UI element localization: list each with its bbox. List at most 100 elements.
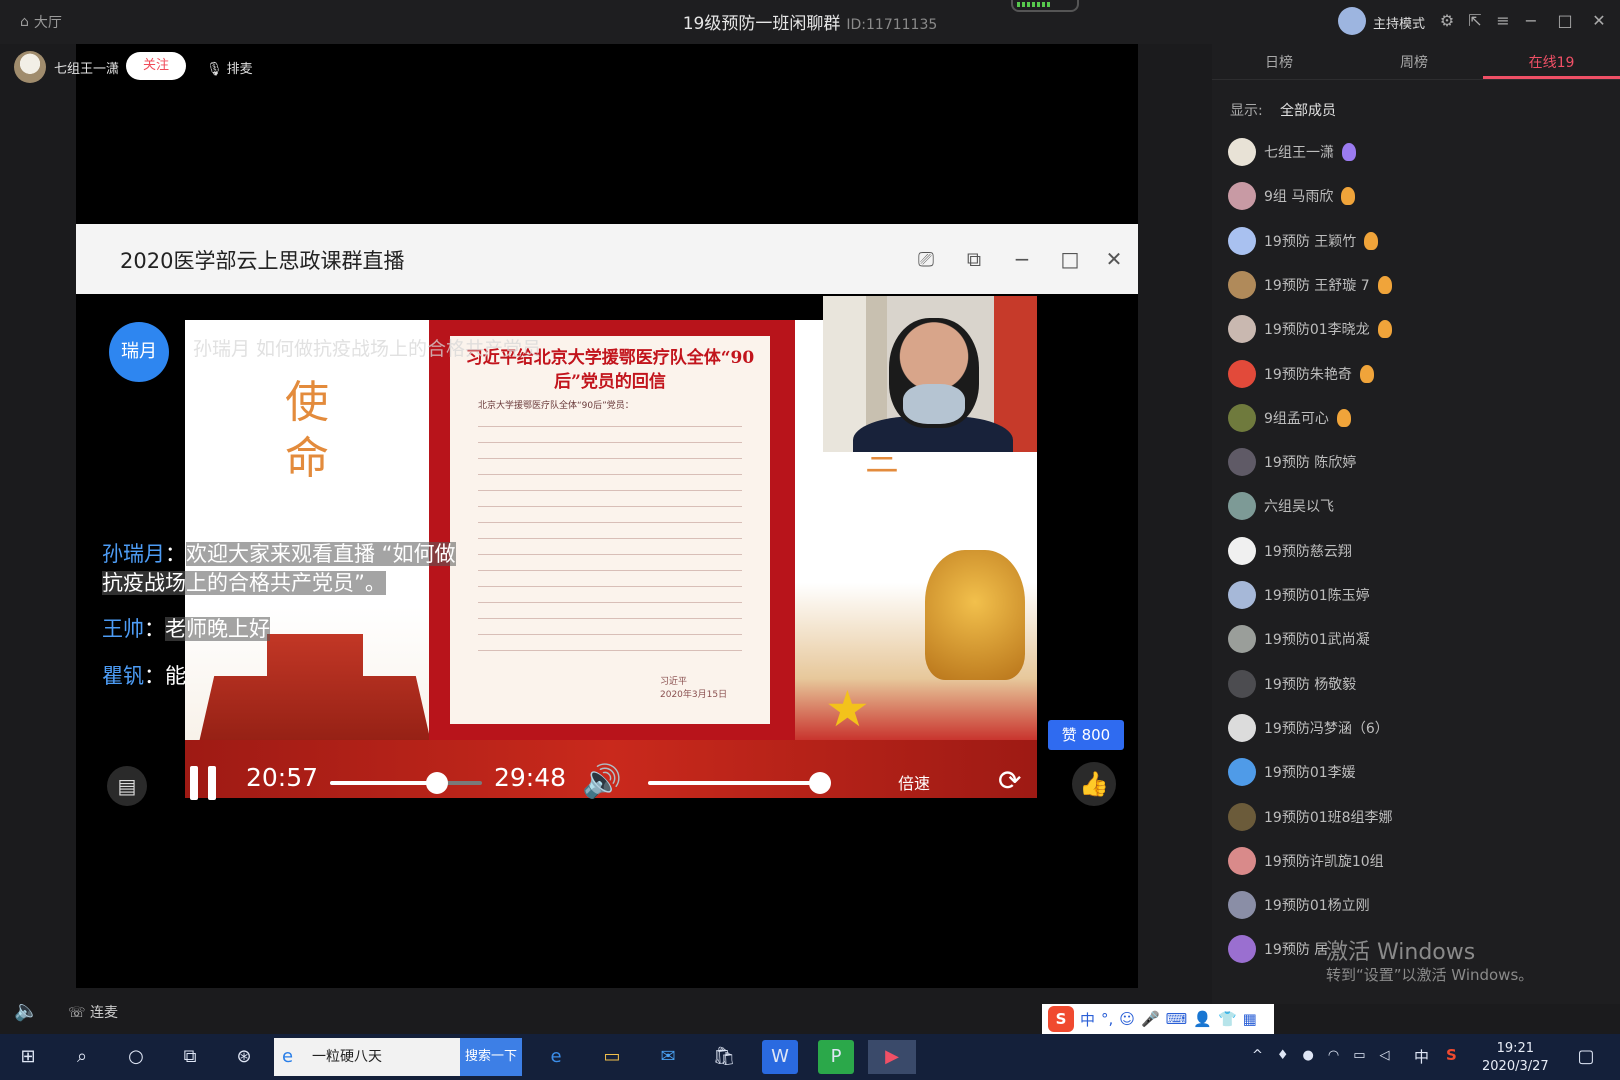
letter-date: 2020年3月15日 [660, 690, 728, 700]
pip-icon[interactable]: ⧉ [960, 246, 988, 272]
rotate-icon[interactable]: ⟳ [998, 764, 1021, 797]
live-app-icon[interactable]: ▶ [868, 1040, 916, 1074]
search-icon[interactable]: ⌕ [64, 1040, 100, 1074]
member-item[interactable]: 19预防许凯旋10组 [1228, 841, 1384, 881]
speaker-avatar[interactable]: 瑞月 [109, 322, 169, 382]
windows-start-icon[interactable]: ⊞ [10, 1040, 46, 1074]
filter-dropdown[interactable]: 全部成员 [1280, 100, 1336, 120]
pdf-icon[interactable]: P [818, 1040, 854, 1074]
app-s-icon[interactable]: ⊛ [226, 1040, 262, 1074]
member-name: 六组吴以飞 [1264, 499, 1334, 516]
member-item[interactable]: 19预防冯梦涵（6） [1228, 708, 1389, 748]
member-item[interactable]: 19预防 陈欣婷 [1228, 442, 1356, 482]
playlist-icon[interactable]: ▤ [107, 766, 147, 806]
maximize-live-icon[interactable]: □ [1056, 246, 1084, 272]
member-item[interactable]: 19预防 杨敬毅 [1228, 664, 1356, 704]
store-icon[interactable]: 🛍 [706, 1040, 742, 1074]
skin-icon[interactable]: 👕 [1218, 1010, 1237, 1028]
pause-button[interactable] [190, 766, 220, 800]
task-view-icon[interactable]: ⧉ [172, 1040, 208, 1074]
member-item[interactable]: 19预防01武尚凝 [1228, 619, 1370, 659]
member-item[interactable]: 19预防 王舒璇 7 [1228, 265, 1392, 305]
taskbar-clock[interactable]: 19:21 2020/3/27 [1482, 1040, 1549, 1076]
tab-online[interactable]: 在线19 [1483, 52, 1620, 72]
member-item[interactable]: 19预防 居 [1228, 929, 1328, 969]
group-name: 19级预防一班闲聊群 [682, 14, 841, 34]
letter-card: 习近平给北京大学援鄂医疗队全体“90后”党员的回信 北京大学援鄂医疗队全体“90… [450, 336, 770, 724]
mail-icon[interactable]: ✉ [650, 1040, 686, 1074]
volume-handle[interactable] [809, 772, 831, 794]
system-tray-icons[interactable]: ^♦●◠▭◁ [1252, 1048, 1404, 1063]
member-item[interactable]: 19预防01杨立刚 [1228, 885, 1370, 925]
share-screen-icon[interactable]: ⎚ [912, 246, 940, 272]
streamer-avatar[interactable] [14, 51, 46, 83]
wps-icon[interactable]: W [762, 1040, 798, 1074]
member-avatar [1228, 935, 1256, 964]
minimize-icon[interactable]: − [1520, 10, 1542, 32]
letter-body [478, 416, 742, 666]
file-explorer-icon[interactable]: ▭ [594, 1040, 630, 1074]
tab-divider [1212, 79, 1620, 80]
letter-signer: 习近平 [660, 677, 688, 687]
follow-button[interactable]: 关注 [126, 52, 186, 80]
close-live-icon[interactable]: ✕ [1100, 246, 1128, 272]
minimize-live-icon[interactable]: − [1008, 246, 1036, 272]
member-item[interactable]: 七组王一潇 [1228, 132, 1356, 172]
member-item[interactable]: 9组孟可心 [1228, 398, 1351, 438]
punctuation-icon[interactable]: °, [1101, 1010, 1113, 1028]
maximize-icon[interactable]: □ [1554, 10, 1576, 32]
host-mode-label[interactable]: 主持模式 [1373, 13, 1425, 32]
close-icon[interactable]: ✕ [1588, 10, 1610, 32]
volume-track[interactable] [648, 781, 820, 785]
presenter-camera[interactable] [823, 296, 1037, 452]
user-icon[interactable]: 👤 [1193, 1010, 1212, 1028]
speed-button[interactable]: 倍速 [898, 770, 930, 794]
phone-icon: ☏ [68, 1005, 86, 1021]
chat-text-continued: 抗疫战场上的合格共产党员”。 [102, 571, 386, 595]
member-item[interactable]: 19预防01班8组李娜 [1228, 797, 1393, 837]
member-avatar [1228, 846, 1256, 875]
ime-language[interactable]: 中 [1080, 1009, 1095, 1030]
menu-icon[interactable]: ≡ [1492, 10, 1514, 32]
member-avatar [1228, 625, 1256, 654]
member-avatar [1228, 713, 1256, 742]
taskbar-search-input[interactable]: 一粒硬八天 [274, 1038, 460, 1076]
link-mic-button[interactable]: ☏ 连麦 [68, 1002, 118, 1022]
chat-message: 孙瑞月：欢迎大家来观看直播 “如何做 抗疫战场上的合格共产党员”。 [102, 542, 456, 595]
sogou-logo-icon: S [1048, 1006, 1074, 1032]
member-item[interactable]: 六组吴以飞 [1228, 486, 1334, 526]
chat-text: 能 [165, 664, 186, 688]
member-item[interactable]: 19预防01陈玉婷 [1228, 575, 1370, 615]
popout-icon[interactable]: ⇱ [1464, 10, 1486, 32]
edge-icon[interactable]: e [538, 1040, 574, 1074]
member-name: 9组孟可心 [1264, 410, 1329, 427]
volume-icon[interactable]: 🔊 [582, 762, 622, 800]
tab-weekly[interactable]: 周榜 [1347, 52, 1481, 72]
member-item[interactable]: 19预防01李晓龙 [1228, 309, 1392, 349]
member-item[interactable]: 9组 马雨欣 [1228, 176, 1356, 216]
notification-icon[interactable]: ▢ [1568, 1040, 1604, 1074]
cortana-icon[interactable]: ○ [118, 1040, 154, 1074]
member-avatar [1228, 138, 1256, 166]
taskbar-search-button[interactable]: 搜索一下 [460, 1038, 522, 1076]
taskbar-ime-language[interactable]: 中 [1414, 1046, 1429, 1067]
tab-daily[interactable]: 日榜 [1212, 52, 1346, 72]
signal-strength-icon [1011, 0, 1079, 12]
member-item[interactable]: 19预防慈云翔 [1228, 531, 1352, 571]
toolbox-icon[interactable]: ▦ [1243, 1010, 1257, 1028]
mic-queue-button[interactable]: 🎙 排麦 [206, 58, 253, 77]
member-item[interactable]: 19预防朱艳奇 [1228, 354, 1374, 394]
host-avatar[interactable] [1338, 7, 1366, 35]
member-avatar [1228, 448, 1256, 477]
member-item[interactable]: 19预防01李媛 [1228, 752, 1356, 792]
member-item[interactable]: 19预防 王颖竹 [1228, 221, 1379, 261]
settings-icon[interactable]: ⚙ [1436, 10, 1458, 32]
emoji-icon[interactable]: ☺ [1119, 1010, 1135, 1028]
sogou-tray-icon[interactable]: S [1446, 1046, 1457, 1064]
like-icon[interactable]: 👍 [1072, 762, 1116, 806]
member-avatar [1228, 270, 1256, 299]
voice-icon[interactable]: 🎤 [1141, 1010, 1160, 1028]
keyboard-icon[interactable]: ⌨ [1166, 1010, 1188, 1028]
speaker-icon[interactable]: 🔈 [14, 998, 39, 1022]
ime-toolbar[interactable]: S 中 °, ☺ 🎤 ⌨ 👤 👕 ▦ [1042, 1004, 1274, 1034]
